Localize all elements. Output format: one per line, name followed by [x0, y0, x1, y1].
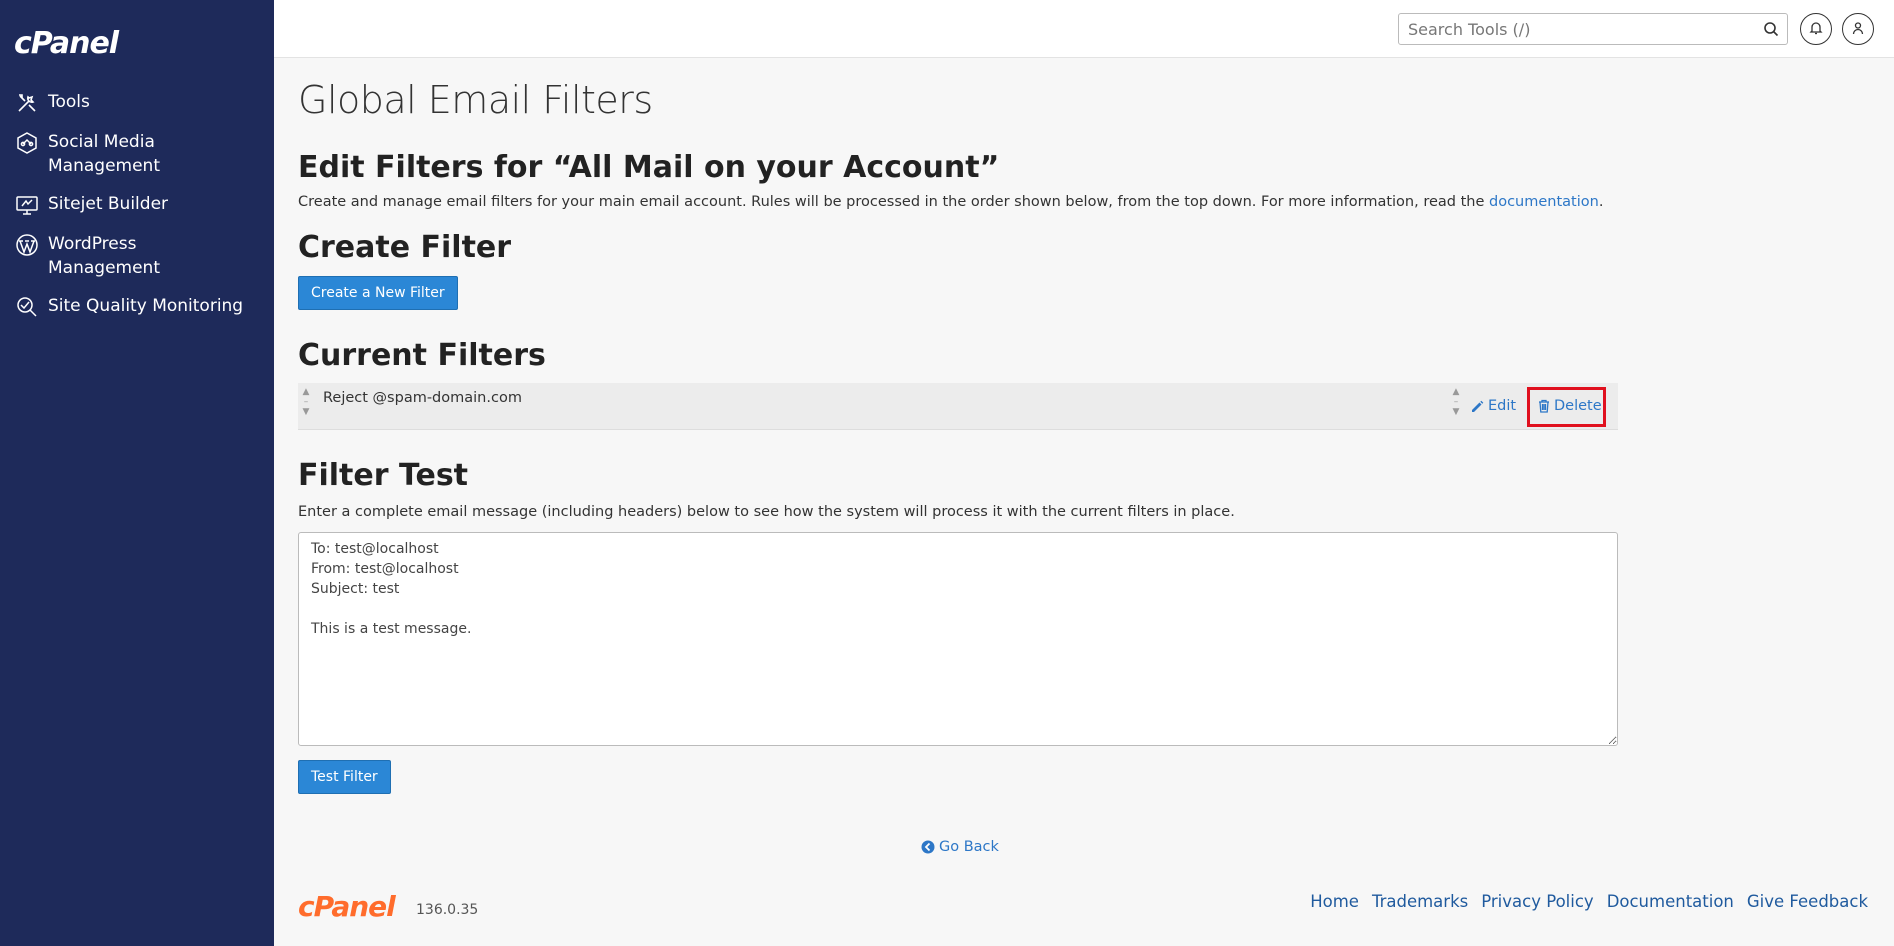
create-new-filter-button[interactable]: Create a New Filter [298, 276, 458, 310]
wordpress-icon [14, 232, 40, 258]
edit-label: Edit [1488, 398, 1517, 414]
documentation-link[interactable]: documentation [1489, 194, 1599, 210]
test-message-textarea[interactable]: To: test@localhost From: test@localhost … [298, 532, 1618, 746]
pencil-icon [1472, 400, 1484, 412]
sidebar-item-label: Social Media Management [48, 132, 160, 176]
create-filter-heading: Create Filter [298, 230, 512, 265]
test-filter-button[interactable]: Test Filter [298, 760, 391, 794]
go-back-link[interactable]: Go Back [921, 839, 999, 855]
filter-test-heading: Filter Test [298, 458, 469, 493]
sidebar-nav: Tools Social Media Management Sitejet Bu… [0, 90, 274, 334]
sidebar-item-label: WordPress Management [48, 234, 160, 278]
tools-icon [14, 90, 40, 116]
filter-test-description: Enter a complete email message (includin… [298, 504, 1235, 520]
sidebar-item-tools[interactable]: Tools [0, 90, 274, 116]
trash-icon [1539, 399, 1549, 413]
sidebar-item-label: Site Quality Monitoring [48, 296, 244, 316]
version-number: 136.0.35 [416, 902, 479, 918]
footer-link-trademarks[interactable]: Trademarks [1372, 892, 1468, 911]
footer-link-home[interactable]: Home [1310, 892, 1359, 911]
sidebar: cPanel Tools Social Media Management Sit… [0, 0, 274, 946]
footer-link-privacy-policy[interactable]: Privacy Policy [1481, 892, 1593, 911]
notifications-button[interactable] [1800, 13, 1832, 45]
sidebar-item-label: Sitejet Builder [48, 194, 169, 214]
social-media-icon [14, 130, 40, 156]
edit-filters-description: Create and manage email filters for your… [298, 194, 1603, 210]
search-box [1398, 13, 1788, 45]
description-end: . [1598, 194, 1604, 210]
sidebar-item-sitejet[interactable]: Sitejet Builder [0, 192, 274, 218]
user-menu-button[interactable] [1842, 13, 1874, 45]
reorder-handle-icon[interactable]: ▲ – ▼ [301, 387, 311, 417]
site-quality-icon [14, 294, 40, 320]
page-title: Global Email Filters [298, 78, 653, 122]
current-filters-heading: Current Filters [298, 338, 546, 373]
top-header [274, 0, 1894, 58]
footer-links: Home Trademarks Privacy Policy Documenta… [1310, 892, 1868, 911]
description-text: Create and manage email filters for your… [298, 194, 1489, 210]
reorder-handle-icon[interactable]: ▲ – ▼ [1451, 387, 1461, 417]
delete-filter-button[interactable]: Delete [1538, 398, 1602, 414]
sidebar-item-label: Tools [48, 92, 90, 112]
edit-filter-button[interactable]: Edit [1471, 398, 1516, 414]
delete-label: Delete [1554, 398, 1602, 414]
bell-icon [1809, 20, 1823, 39]
footer-cpanel-logo: cPanel [298, 890, 396, 923]
filter-name: Reject @spam-domain.com [323, 390, 522, 406]
search-input[interactable] [1399, 14, 1749, 44]
footer-link-give-feedback[interactable]: Give Feedback [1747, 892, 1868, 911]
go-back-label: Go Back [939, 839, 999, 855]
sidebar-item-wordpress[interactable]: WordPress Management [0, 232, 274, 280]
sitejet-icon [14, 192, 40, 218]
user-icon [1851, 20, 1865, 39]
search-icon[interactable] [1763, 21, 1779, 41]
cpanel-logo[interactable]: cPanel [14, 26, 119, 61]
arrow-circle-left-icon [921, 840, 935, 854]
sidebar-item-site-quality[interactable]: Site Quality Monitoring [0, 294, 274, 320]
filter-row[interactable]: ▲ – ▼ Reject @spam-domain.com ▲ – ▼ Edit Del… [298, 383, 1618, 430]
edit-filters-heading: Edit Filters for “All Mail on your Accou… [298, 150, 1000, 185]
footer-link-documentation[interactable]: Documentation [1607, 892, 1734, 911]
sidebar-item-social-media[interactable]: Social Media Management [0, 130, 274, 178]
